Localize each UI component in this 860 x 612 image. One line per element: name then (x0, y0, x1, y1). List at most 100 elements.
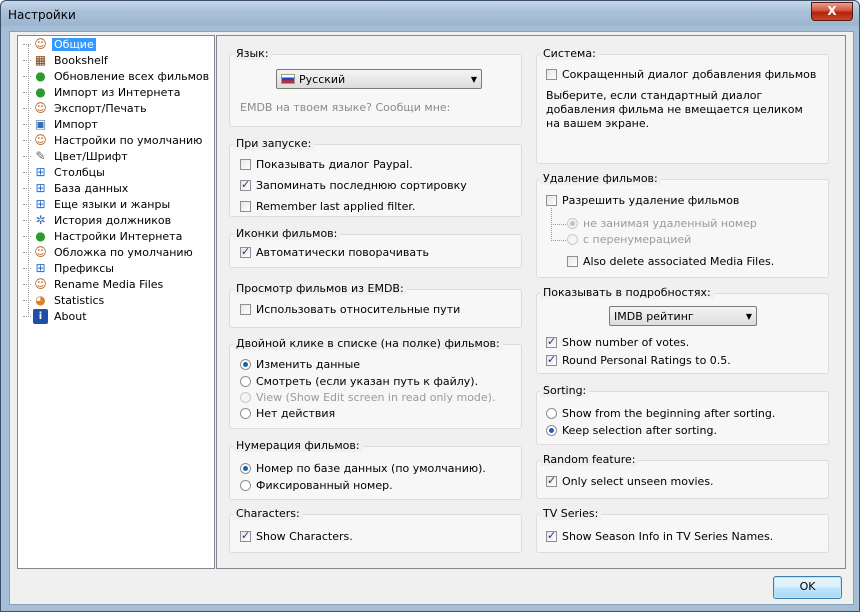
allow-delete-checkbox[interactable] (546, 195, 557, 206)
person-icon: ☺ (34, 132, 47, 147)
dblclick-edit-radio[interactable] (240, 359, 251, 370)
sorting-group: Sorting: Show from the beginning after s… (536, 384, 829, 445)
short-add-dialog-checkbox-row[interactable]: Сокращенный диалог добавления фильмов (546, 68, 816, 81)
paypal-checkbox-row[interactable]: Показывать диалог Paypal. (240, 158, 413, 171)
remember-filter-checkbox[interactable] (240, 201, 251, 212)
dblclick-watch-radio[interactable] (240, 376, 251, 387)
settings-panel: Язык: Русский ▼ EMDB на твоем языке? Соо… (216, 35, 846, 569)
season-info-checkbox-row[interactable]: Show Season Info in TV Series Names. (546, 529, 774, 543)
season-info-checkbox[interactable] (546, 529, 557, 542)
system-group-title: Система: (540, 47, 599, 60)
sort-from-beginning-radio-row[interactable]: Show from the beginning after sorting. (546, 407, 775, 420)
random-group-title: Random feature: (540, 453, 639, 466)
dblclick-edit-radio-row[interactable]: Изменить данные (240, 358, 360, 371)
remember-sort-checkbox[interactable] (240, 178, 251, 191)
sorting-group-title: Sorting: (540, 384, 590, 397)
windows-icon: ⊞ (35, 196, 46, 211)
sidebar-item[interactable]: ● Импорт из Интернета (23, 84, 183, 100)
sidebar-item[interactable]: ✎ Цвет/Шрифт (23, 148, 130, 164)
unseen-only-checkbox-row[interactable]: Only select unseen movies. (546, 474, 714, 488)
round-ratings-checkbox[interactable] (546, 353, 557, 366)
delete-media-checkbox[interactable] (567, 256, 578, 267)
dblclick-view-radio (240, 392, 251, 403)
sidebar-item[interactable]: i About (23, 308, 89, 324)
dblclick-view-label: View (Show Edit screen in read only mode… (256, 391, 496, 404)
sidebar-item[interactable]: ☺ Общие (23, 36, 96, 52)
sidebar-item[interactable]: ⊞ Столбцы (23, 164, 107, 180)
tv-series-group-title: TV Series: (540, 507, 602, 520)
paypal-checkbox[interactable] (240, 159, 251, 170)
season-info-label: Show Season Info in TV Series Names. (562, 530, 774, 543)
relative-paths-checkbox-row[interactable]: Использовать относительные пути (240, 303, 460, 316)
renumber-label: с перенумерацией (583, 233, 692, 246)
keep-selection-radio[interactable] (546, 425, 557, 436)
settings-tree[interactable]: ☺ Общие ▦ Bookshelf ● Обновление всех фильмов… (17, 35, 215, 569)
window-title: Настройки (8, 8, 76, 22)
sidebar-item[interactable]: ⊞ Префиксы (23, 260, 116, 276)
show-votes-checkbox-row[interactable]: Show number of votes. (546, 335, 689, 349)
sidebar-item[interactable]: ⊞ Еще языки и жанры (23, 196, 172, 212)
dblclick-edit-label: Изменить данные (256, 358, 361, 371)
number-fixed-radio-row[interactable]: Фиксированный номер. (240, 479, 393, 492)
language-group-title: Язык: (233, 47, 272, 60)
sidebar-item[interactable]: ● Настройки Интернета (23, 228, 184, 244)
ok-button[interactable]: OK (773, 576, 842, 599)
book-icon: ▦ (34, 52, 47, 67)
show-votes-checkbox[interactable] (546, 335, 557, 348)
remember-sort-checkbox-row[interactable]: Запоминать последнюю сортировку (240, 178, 467, 192)
tree-branch (23, 107, 31, 109)
sidebar-item[interactable]: ☺ Обложка по умолчанию (23, 244, 195, 260)
number-fixed-label: Фиксированный номер. (256, 479, 393, 492)
double-click-group-title: Двойной клике в списке (на полке) фильмо… (233, 337, 503, 350)
sidebar-item-label: Обложка по умолчанию (54, 245, 193, 259)
details-group: Показывать в подробностях: IMDB рейтинг … (536, 286, 829, 374)
details-select[interactable]: IMDB рейтинг ▼ (609, 306, 757, 326)
sidebar-item[interactable]: ● Обновление всех фильмов (23, 68, 211, 84)
sidebar-item-label: Цвет/Шрифт (54, 149, 128, 163)
close-button[interactable]: X (811, 2, 853, 21)
auto-rotate-checkbox[interactable] (240, 245, 251, 258)
windows-icon: ⊞ (35, 260, 46, 275)
tree-branch (23, 75, 31, 77)
keep-selection-radio-row[interactable]: Keep selection after sorting. (546, 424, 717, 437)
computer-icon: ▣ (34, 116, 47, 131)
number-db-radio[interactable] (240, 463, 251, 474)
allow-delete-checkbox-row[interactable]: Разрешить удаление фильмов (546, 194, 739, 207)
relative-paths-checkbox[interactable] (240, 304, 251, 315)
sidebar-item[interactable]: ✲ История должников (23, 212, 173, 228)
language-hint[interactable]: EMDB на твоем языке? Сообщи мне: (240, 101, 450, 114)
sidebar-item[interactable]: ◕ Statistics (23, 292, 106, 308)
unseen-only-checkbox[interactable] (546, 474, 557, 487)
round-ratings-checkbox-row[interactable]: Round Personal Ratings to 0.5. (546, 353, 731, 367)
sort-from-beginning-radio[interactable] (546, 408, 557, 419)
sidebar-item-label: История должников (54, 213, 172, 227)
title-bar[interactable]: Настройки X (1, 1, 859, 27)
no-renumber-radio (567, 218, 578, 229)
delete-tree-connector-2 (551, 224, 566, 241)
dblclick-watch-radio-row[interactable]: Смотреть (если указан путь к файлу). (240, 375, 478, 388)
sidebar-item[interactable]: ☺ Настройки по умолчанию (23, 132, 204, 148)
dblclick-none-radio-row[interactable]: Нет действия (240, 407, 335, 420)
startup-group-title: При запуске: (233, 137, 315, 150)
language-select[interactable]: Русский ▼ (276, 69, 482, 89)
sidebar-item[interactable]: ⊞ База данных (23, 180, 130, 196)
sidebar-item[interactable]: ☺ Экспорт/Печать (23, 100, 149, 116)
remember-filter-checkbox-row[interactable]: Remember last applied filter. (240, 200, 415, 213)
number-fixed-radio[interactable] (240, 480, 251, 491)
russia-flag-icon (281, 74, 295, 84)
show-characters-checkbox-row[interactable]: Show Characters. (240, 529, 353, 543)
sidebar-item[interactable]: ☺ Rename Media Files (23, 276, 165, 292)
show-characters-checkbox[interactable] (240, 529, 251, 542)
sidebar-item[interactable]: ▣ Импорт (23, 116, 100, 132)
sidebar-item-label: About (54, 309, 87, 323)
emdb-view-group: Просмотр фильмов из EMDB: Использовать о… (229, 282, 522, 328)
auto-rotate-label: Автоматически поворачивать (256, 246, 429, 259)
delete-media-checkbox-row[interactable]: Also delete associated Media Files. (567, 255, 774, 268)
sidebar-item-label: Настройки по умолчанию (54, 133, 203, 147)
unseen-only-label: Only select unseen movies. (562, 475, 714, 488)
sidebar-item[interactable]: ▦ Bookshelf (23, 52, 110, 68)
short-add-dialog-checkbox[interactable] (546, 69, 557, 80)
number-db-radio-row[interactable]: Номер по базе данных (по умолчанию). (240, 462, 486, 475)
auto-rotate-checkbox-row[interactable]: Автоматически поворачивать (240, 245, 429, 259)
dblclick-none-radio[interactable] (240, 408, 251, 419)
